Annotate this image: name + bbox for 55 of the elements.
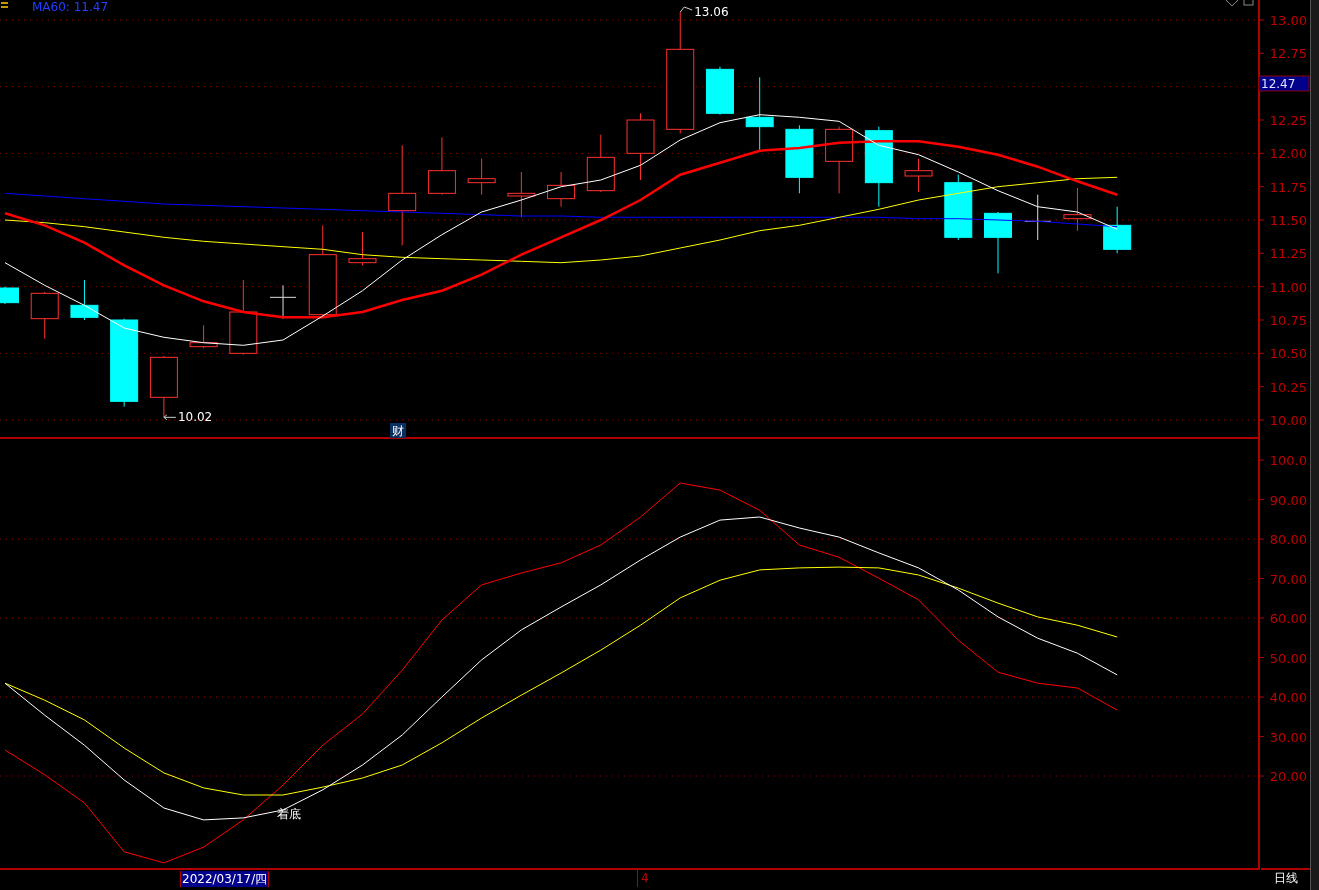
scrollbar[interactable] — [1310, 0, 1319, 890]
axis-label: 12.00 — [1269, 146, 1307, 162]
date-label: 2022/03/17/四 — [180, 871, 270, 887]
indicator-icon — [0, 2, 9, 8]
axis-label: 12.75 — [1269, 46, 1307, 62]
axis-label: 10.00 — [1269, 413, 1307, 428]
price-label: 10.02 — [177, 410, 213, 425]
candlestick — [984, 211, 1012, 274]
axis-label: 90.00 — [1269, 492, 1307, 508]
candlestick — [189, 324, 218, 349]
candlestick — [30, 291, 59, 340]
current-price-tag: 12.47 — [1258, 75, 1310, 92]
event-marker: 财 — [390, 423, 406, 438]
axis-label: 11.75 — [1269, 179, 1307, 195]
candlestick — [70, 279, 99, 321]
axis-label: 13.00 — [1269, 13, 1307, 28]
axis-label: 40.00 — [1269, 690, 1307, 706]
axis-label: 60.00 — [1269, 611, 1307, 627]
candlestick — [0, 286, 19, 305]
axis-label: 11.00 — [1269, 279, 1307, 295]
candlestick — [904, 158, 933, 193]
leader-line — [679, 6, 693, 13]
candlestick — [825, 126, 854, 194]
axis-label: 10.75 — [1269, 313, 1307, 328]
axis-label: 12.25 — [1269, 113, 1307, 128]
candlestick — [586, 134, 615, 193]
price-label: 13.06 — [694, 5, 729, 19]
indicator-value: MA60: 11.47 — [32, 0, 109, 14]
candlestick — [1063, 187, 1092, 232]
leader-line — [163, 414, 177, 421]
candlestick — [427, 136, 456, 196]
axis-label: 50.00 — [1269, 650, 1307, 666]
candlestick — [705, 66, 734, 116]
candlestick — [348, 231, 377, 266]
candlestick — [467, 158, 496, 196]
axis-label: 80.00 — [1269, 532, 1307, 548]
candlestick — [507, 171, 536, 218]
period-tab[interactable]: 日线 — [1261, 868, 1310, 888]
candlestick — [149, 355, 178, 418]
axis-label: 10.25 — [1269, 379, 1307, 395]
candlestick — [944, 174, 973, 241]
axis-label: 11.50 — [1269, 213, 1307, 228]
month-label: 4 — [637, 870, 649, 887]
axis-label: 20.00 — [1269, 769, 1307, 784]
candlestick — [547, 171, 576, 208]
axis-label: 30.00 — [1269, 729, 1307, 745]
axis-label: 10.50 — [1269, 346, 1307, 362]
axis-label: 70.00 — [1269, 571, 1307, 587]
signal-label: 着底 — [277, 807, 301, 821]
axis-label: 100.0 — [1269, 453, 1307, 469]
axis-label: 11.25 — [1269, 246, 1307, 262]
candlestick — [785, 124, 814, 194]
candlestick — [1103, 206, 1132, 254]
candlestick — [626, 112, 655, 181]
candlestick — [269, 284, 297, 320]
